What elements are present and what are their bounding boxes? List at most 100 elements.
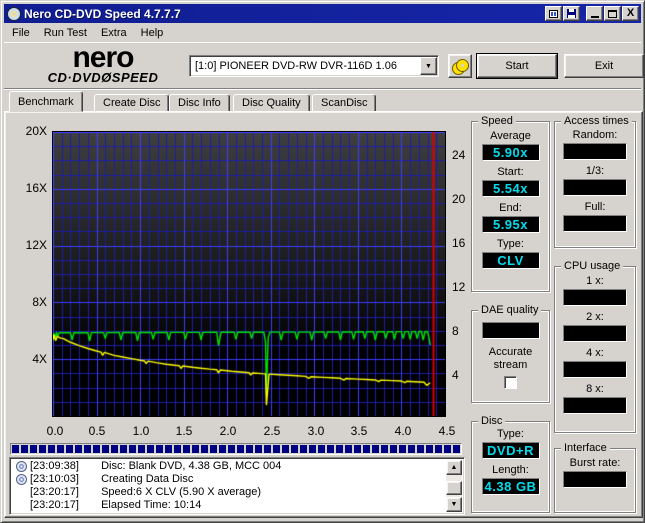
exit-button[interactable]: Exit bbox=[564, 54, 644, 78]
disc-icon bbox=[16, 474, 27, 485]
tab-disc-info[interactable]: Disc Info bbox=[169, 94, 230, 112]
combo-dropdown-button[interactable]: ▼ bbox=[420, 57, 437, 75]
access-third-value bbox=[563, 179, 627, 196]
scroll-up-icon: ▲ bbox=[450, 464, 458, 471]
minimize-button[interactable] bbox=[586, 6, 603, 21]
cpu-8x-value bbox=[563, 397, 627, 414]
disc-type-value: DVD+R bbox=[481, 442, 540, 459]
benchmark-chart-canvas bbox=[53, 132, 445, 416]
burst-rate-label: Burst rate: bbox=[569, 457, 621, 469]
x-axis-tick: 2.0 bbox=[219, 424, 237, 438]
disc-icon bbox=[16, 461, 27, 472]
tab-scandisc[interactable]: ScanDisc bbox=[312, 94, 377, 112]
maximize-icon bbox=[608, 9, 617, 18]
cpu-8x-label: 8 x: bbox=[586, 383, 604, 395]
scroll-down-button[interactable]: ▼ bbox=[446, 497, 462, 512]
cd-dvd-speed-logo-text: CD·DVDØSPEED bbox=[47, 70, 159, 85]
save-icon bbox=[567, 9, 576, 18]
speed-type-value: CLV bbox=[481, 252, 540, 269]
start-button[interactable]: Start bbox=[476, 53, 558, 79]
disc-length-label: Length: bbox=[492, 464, 529, 476]
access-times-panel: Access times Random: 1/3: Full: bbox=[554, 115, 636, 248]
progress-fill bbox=[12, 445, 460, 453]
drive-select-combo[interactable]: [1:0] PIONEER DVD-RW DVR-116D 1.06 ▼ bbox=[189, 55, 439, 77]
accurate-stream-checkbox[interactable] bbox=[504, 376, 517, 389]
log-time: [23:10:03] bbox=[30, 473, 79, 485]
speed-average-label: Average bbox=[490, 130, 531, 142]
x-axis-tick: 4.0 bbox=[394, 424, 412, 438]
access-third-label: 1/3: bbox=[585, 165, 605, 177]
cpu-1x-value bbox=[563, 289, 627, 306]
log-entry[interactable]: [23:20:17] Elapsed Time: 10:14 bbox=[12, 499, 446, 512]
log-time: [23:09:38] bbox=[30, 460, 79, 472]
cpu-4x-label: 4 x: bbox=[586, 347, 604, 359]
disc-type-label: Type: bbox=[497, 428, 524, 440]
scrollbar-thumb[interactable] bbox=[446, 481, 462, 495]
benchmark-chart bbox=[52, 131, 446, 417]
log-entry[interactable]: [23:20:17] Speed:6 X CLV (5.90 X average… bbox=[12, 486, 446, 499]
speed-start-value: 5.54x bbox=[481, 180, 540, 197]
menu-run-test[interactable]: Run Test bbox=[37, 25, 94, 41]
left-axis-tick: 4X bbox=[32, 352, 47, 366]
disc-panel: Disc Type: DVD+R Length: 4.38 GB bbox=[471, 415, 550, 513]
left-axis-tick: 8X bbox=[32, 295, 47, 309]
toolbar: nero CD·DVDØSPEED [1:0] PIONEER DVD-RW D… bbox=[4, 41, 644, 89]
access-full-label: Full: bbox=[584, 201, 606, 213]
disc-length-value: 4.38 GB bbox=[481, 478, 540, 495]
x-axis-tick: 1.5 bbox=[175, 424, 193, 438]
access-full-value bbox=[563, 215, 627, 232]
log-text: Speed:6 X CLV (5.90 X average) bbox=[101, 486, 262, 498]
speed-type-label: Type: bbox=[497, 238, 524, 250]
select-discs-button[interactable] bbox=[448, 54, 472, 78]
app-window: Nero CD-DVD Speed 4.7.7.7 X File Run Tes… bbox=[0, 0, 645, 523]
maximize-button[interactable] bbox=[604, 6, 621, 21]
menu-extra[interactable]: Extra bbox=[94, 25, 134, 41]
x-axis-tick: 3.5 bbox=[350, 424, 368, 438]
log-scrollbar[interactable]: ▲ ▼ bbox=[446, 460, 462, 512]
cpu-2x-label: 2 x: bbox=[586, 311, 604, 323]
tab-strip: Benchmark Create Disc Disc Info Disc Qua… bbox=[4, 91, 641, 112]
chevron-down-icon: ▼ bbox=[425, 62, 432, 70]
scroll-up-button[interactable]: ▲ bbox=[446, 460, 462, 475]
log-entry[interactable]: [23:09:38] Disc: Blank DVD, 4.38 GB, MCC… bbox=[12, 460, 446, 473]
window-title: Nero CD-DVD Speed 4.7.7.7 bbox=[24, 6, 181, 21]
left-axis-tick: 20X bbox=[25, 124, 47, 138]
close-icon: X bbox=[626, 7, 635, 19]
discs-icon bbox=[452, 59, 469, 75]
tab-benchmark[interactable]: Benchmark bbox=[9, 91, 83, 112]
nero-logo: nero CD·DVDØSPEED bbox=[18, 41, 188, 85]
dae-quality-panel: DAE quality Accurate stream bbox=[471, 304, 550, 403]
report-button[interactable] bbox=[545, 6, 562, 21]
log-text: Elapsed Time: 10:14 bbox=[101, 499, 202, 511]
access-random-value bbox=[563, 143, 627, 160]
x-axis-tick: 3.0 bbox=[307, 424, 325, 438]
log-time: [23:20:17] bbox=[30, 499, 79, 511]
tab-disc-quality[interactable]: Disc Quality bbox=[233, 94, 310, 112]
cpu-1x-label: 1 x: bbox=[586, 275, 604, 287]
title-bar: Nero CD-DVD Speed 4.7.7.7 X bbox=[4, 4, 641, 23]
save-button[interactable] bbox=[563, 6, 580, 21]
x-axis-tick: 4.5 bbox=[438, 424, 456, 438]
report-icon bbox=[549, 9, 558, 18]
speed-panel: Speed Average 5.90x Start: 5.54x End: 5.… bbox=[471, 115, 550, 292]
drive-select-value: [1:0] PIONEER DVD-RW DVR-116D 1.06 bbox=[195, 60, 397, 72]
app-icon[interactable] bbox=[7, 6, 21, 21]
cpu-4x-value bbox=[563, 361, 627, 378]
nero-logo-text: nero bbox=[72, 41, 134, 74]
cpu-2x-value bbox=[563, 325, 627, 342]
dae-quality-value bbox=[481, 322, 540, 339]
left-axis-tick: 12X bbox=[25, 238, 47, 252]
burst-rate-value bbox=[563, 471, 627, 488]
menu-file[interactable]: File bbox=[5, 25, 37, 41]
log-text: Disc: Blank DVD, 4.38 GB, MCC 004 bbox=[101, 460, 282, 472]
menu-help[interactable]: Help bbox=[134, 25, 171, 41]
interface-panel: Interface Burst rate: bbox=[554, 442, 636, 513]
close-button[interactable]: X bbox=[622, 6, 639, 21]
x-axis-tick: 1.0 bbox=[132, 424, 150, 438]
log-entry[interactable]: [23:10:03] Creating Data Disc bbox=[12, 473, 446, 486]
speed-end-label: End: bbox=[499, 202, 522, 214]
tab-create-disc[interactable]: Create Disc bbox=[94, 94, 170, 112]
speed-average-value: 5.90x bbox=[481, 144, 540, 161]
scroll-down-icon: ▼ bbox=[450, 501, 458, 508]
x-axis-tick: 0.0 bbox=[46, 424, 64, 438]
